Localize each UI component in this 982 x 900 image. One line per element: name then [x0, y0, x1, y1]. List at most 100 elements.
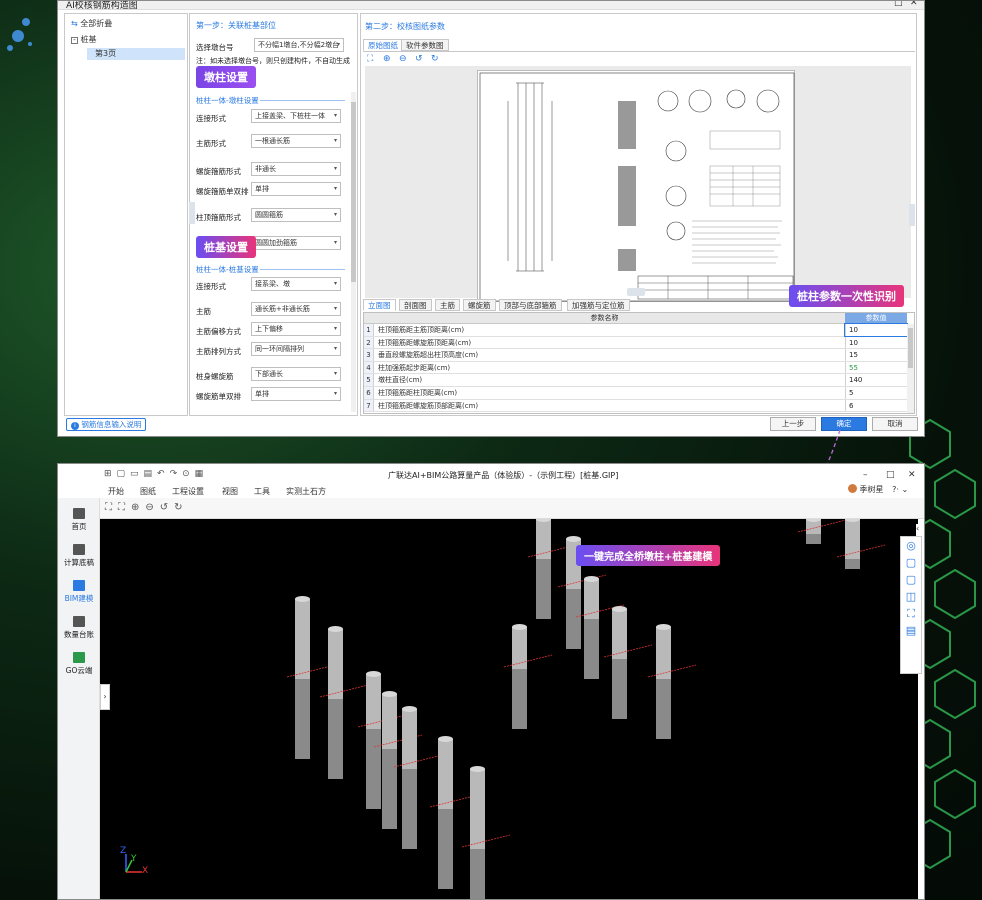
menu-item-5[interactable]: 实测土石方 — [286, 486, 326, 497]
setting-value: 上接盖梁、下桩柱一体 — [255, 112, 325, 120]
user-account[interactable]: 季树星 ?· ⌄ — [848, 484, 908, 495]
setting-label: 螺旋筋单双排 — [196, 392, 241, 401]
tree-node-root[interactable]: - 桩基 — [71, 34, 97, 46]
setting-select[interactable]: 一根通长筋 ▾ — [251, 134, 341, 148]
tab-original-drawing[interactable]: 原始图纸 — [363, 39, 403, 51]
tab-bottom-1[interactable]: 剖面图 — [399, 299, 432, 311]
menu-item-0[interactable]: 开始 — [108, 486, 124, 497]
zoom-out-icon[interactable]: ⊖ — [399, 54, 407, 64]
table-row[interactable]: 6 柱顶箍筋距柱顶距离(cm) 5 — [364, 387, 914, 400]
scrollbar[interactable] — [351, 92, 356, 412]
help-icon[interactable]: ?· — [892, 485, 899, 494]
fit-icon[interactable]: ⛶ — [367, 54, 373, 64]
tree-node-page3[interactable]: 第3页 — [87, 48, 185, 60]
menu-item-4[interactable]: 工具 — [254, 486, 270, 497]
view-toolbar: ⛶⛶⊕⊖↺↻ — [100, 498, 924, 519]
param-value[interactable]: 10 — [845, 336, 907, 349]
setting-select[interactable]: 上下偏移 ▾ — [251, 322, 341, 336]
param-name: 墩柱直径(cm) — [378, 376, 423, 385]
param-value[interactable]: 140 — [845, 374, 907, 386]
setting-select[interactable]: 单排 ▾ — [251, 387, 341, 401]
pier-select[interactable]: 不分幅1墩台,不分幅2墩台 ▾ — [254, 38, 344, 52]
quick-access-toolbar[interactable]: ⊞▢▭▤↶↷⊙▦ — [104, 469, 208, 479]
table-row[interactable]: 5 墩柱直径(cm) 140 — [364, 374, 914, 387]
table-row[interactable]: 4 柱加强筋起步距离(cm) 55 — [364, 361, 914, 375]
collapse-handle-right[interactable] — [909, 204, 915, 226]
minimize-icon[interactable]: – — [863, 470, 868, 480]
nav-label: 数量台账 — [64, 630, 94, 639]
setting-value: 一根通长筋 — [255, 137, 290, 145]
chevron-down-icon: ▾ — [333, 280, 337, 287]
tab-bottom-5[interactable]: 加强筋与定位筋 — [567, 299, 630, 311]
pile-column[interactable] — [319, 626, 369, 779]
setting-select[interactable]: 同一环间隔排列 ▾ — [251, 342, 341, 356]
table-row[interactable]: 3 垂直段螺旋筋超出柱顶高度(cm) 15 — [364, 349, 914, 362]
table-scrollbar[interactable] — [907, 324, 914, 413]
setting-select[interactable]: 单排 ▾ — [251, 182, 341, 196]
chevron-down-icon[interactable]: ⌄ — [901, 485, 908, 494]
setting-label: 螺旋箍筋形式 — [196, 167, 241, 176]
param-value[interactable]: 15 — [845, 349, 907, 361]
setting-select[interactable]: 通长筋+非通长筋 ▾ — [251, 302, 341, 316]
pile-column[interactable] — [286, 596, 336, 759]
nav-icon — [73, 544, 85, 555]
tab-bottom-0[interactable]: 立面图 — [363, 299, 396, 311]
help-link[interactable]: i 钢筋信息输入说明 — [66, 418, 147, 431]
page-tree: ⇆ 全部折叠 - 桩基 第3页 — [64, 13, 188, 416]
pile-column[interactable] — [503, 624, 553, 729]
param-value[interactable]: 5 — [845, 387, 907, 399]
tab-bottom-4[interactable]: 顶部与底部箍筋 — [499, 299, 562, 311]
setting-select[interactable]: 接系梁、墩 ▾ — [251, 277, 341, 291]
setting-select[interactable]: 下部通长 ▾ — [251, 367, 341, 381]
table-row[interactable]: 2 柱顶箍筋距螺旋筋顶距离(cm) 10 — [364, 336, 914, 350]
pile-column[interactable] — [603, 606, 653, 719]
menu-item-2[interactable]: 工程设置 — [172, 486, 204, 497]
maximize-icon[interactable]: □ — [886, 470, 895, 480]
tab-bottom-3[interactable]: 螺旋筋 — [463, 299, 496, 311]
setting-select[interactable]: 圆圆箍筋 ▾ — [251, 208, 341, 222]
cancel-button[interactable]: 取消 — [872, 417, 918, 431]
close-icon[interactable]: ✕ — [910, 1, 918, 8]
setting-select[interactable]: 非通长 ▾ — [251, 162, 341, 176]
nav-item-3[interactable]: 数量台账 — [58, 616, 100, 640]
pile-column[interactable] — [836, 516, 886, 569]
chevron-down-icon: ▾ — [333, 211, 337, 218]
pile-column[interactable] — [461, 766, 511, 900]
param-name: 柱顶箍筋距螺旋筋顶部距离(cm) — [378, 401, 479, 410]
zoom-in-icon[interactable]: ⊕ — [383, 54, 391, 64]
pile-column[interactable] — [393, 706, 443, 849]
menu-item-1[interactable]: 图纸 — [140, 486, 156, 497]
pile-column[interactable] — [647, 624, 697, 739]
rotate-left-icon[interactable]: ↺ — [415, 54, 423, 64]
collapse-handle-left[interactable] — [189, 202, 195, 224]
tab-bottom-2[interactable]: 主筋 — [435, 299, 460, 311]
collapse-icon: ⇆ — [71, 19, 78, 28]
nav-icon — [73, 580, 85, 591]
nav-item-2[interactable]: BIM建模 — [58, 580, 100, 604]
view-tools[interactable]: ⛶⛶⊕⊖↺↻ — [105, 502, 189, 513]
info-icon: i — [71, 422, 79, 430]
expand-panel-button[interactable]: › — [100, 684, 110, 710]
param-value[interactable]: 55 — [845, 361, 907, 374]
chevron-down-icon: ▾ — [333, 185, 337, 192]
nav-item-0[interactable]: 首页 — [58, 508, 100, 532]
nav-item-4[interactable]: GO云端 — [58, 652, 100, 676]
setting-row: 柱顶箍筋形式 圆圆箍筋 ▾ — [196, 208, 351, 224]
pile-column[interactable] — [797, 516, 847, 544]
menu-item-3[interactable]: 视图 — [222, 486, 238, 497]
collapse-handle-bottom[interactable] — [627, 288, 645, 296]
collapse-all-button[interactable]: ⇆ 全部折叠 — [71, 18, 112, 30]
col-header-name: 参数名称 — [364, 313, 845, 324]
row-number: 5 — [364, 374, 374, 386]
setting-select[interactable]: 上接盖梁、下桩柱一体 ▾ — [251, 109, 341, 123]
view-cube-icons[interactable]: ◎ ▢ ▢ ◫ ⛶ ▤ — [901, 537, 921, 639]
setting-select[interactable]: 圆圆加劲箍筋 ▾ — [251, 236, 341, 250]
tab-software-param-drawing[interactable]: 软件参数图 — [401, 39, 449, 51]
rotate-right-icon[interactable]: ↻ — [431, 54, 439, 64]
param-value[interactable]: 6 — [845, 399, 907, 412]
nav-item-1[interactable]: 计算底稿 — [58, 544, 100, 568]
maximize-icon[interactable]: □ — [894, 1, 903, 8]
close-icon[interactable]: ✕ — [908, 470, 916, 480]
param-value[interactable]: 10 — [844, 323, 908, 337]
table-row[interactable]: 1 柱顶箍筋距主筋顶距离(cm) 10 — [364, 323, 914, 337]
